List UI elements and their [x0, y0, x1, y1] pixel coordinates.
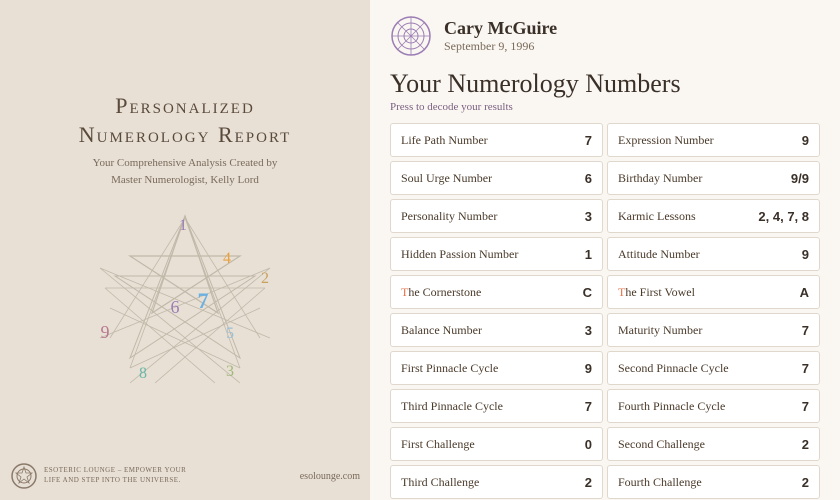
- number-card[interactable]: Karmic Lessons 2, 4, 7, 8: [607, 199, 820, 233]
- num-label: Fourth Pinnacle Cycle: [618, 399, 725, 414]
- svg-text:6: 6: [171, 297, 180, 317]
- num-value: 7: [585, 133, 592, 148]
- num-value: 9: [802, 247, 809, 262]
- num-value: 7: [802, 361, 809, 376]
- svg-text:9: 9: [101, 322, 110, 342]
- num-value: A: [800, 285, 809, 300]
- number-card[interactable]: Third Pinnacle Cycle 7: [390, 389, 603, 423]
- numbers-grid: Life Path Number 7 Expression Number 9 Soul …: [390, 123, 820, 499]
- num-value: 9: [802, 133, 809, 148]
- footer-url: esolounge.com: [300, 471, 360, 482]
- number-card[interactable]: Fourth Challenge 2: [607, 465, 820, 499]
- number-card[interactable]: Personality Number 3: [390, 199, 603, 233]
- num-value: 7: [585, 399, 592, 414]
- num-label: Second Challenge: [618, 437, 705, 452]
- right-panel: Cary McGuire September 9, 1996 Your Nume…: [370, 0, 840, 500]
- profile-name: Cary McGuire: [444, 18, 557, 39]
- num-label: Karmic Lessons: [618, 209, 696, 224]
- num-value: 9: [585, 361, 592, 376]
- number-card[interactable]: Hidden Passion Number 1: [390, 237, 603, 271]
- num-label: First Challenge: [401, 437, 475, 452]
- num-value: 9/9: [791, 171, 809, 186]
- number-card[interactable]: Attitude Number 9: [607, 237, 820, 271]
- num-label: Soul Urge Number: [401, 171, 492, 186]
- num-label: Second Pinnacle Cycle: [618, 361, 729, 376]
- num-value: 6: [585, 171, 592, 186]
- number-card[interactable]: Balance Number 3: [390, 313, 603, 347]
- svg-text:8: 8: [139, 365, 147, 382]
- num-label: Balance Number: [401, 323, 482, 338]
- num-label: Fourth Challenge: [618, 475, 702, 490]
- num-value: 7: [802, 323, 809, 338]
- num-value: 3: [585, 323, 592, 338]
- number-card[interactable]: Second Pinnacle Cycle 7: [607, 351, 820, 385]
- num-value: 2: [802, 437, 809, 452]
- profile-date: September 9, 1996: [444, 39, 557, 54]
- number-card[interactable]: Life Path Number 7: [390, 123, 603, 157]
- num-label: Maturity Number: [618, 323, 702, 338]
- svg-text:3: 3: [226, 363, 234, 380]
- profile-header: Cary McGuire September 9, 1996: [390, 15, 820, 57]
- number-card[interactable]: Maturity Number 7: [607, 313, 820, 347]
- num-value: 2, 4, 7, 8: [758, 209, 809, 224]
- number-card[interactable]: Second Challenge 2: [607, 427, 820, 461]
- num-value: 2: [802, 475, 809, 490]
- number-card[interactable]: Birthday Number 9/9: [607, 161, 820, 195]
- left-panel: Personalized Numerology Report Your Comp…: [0, 0, 370, 500]
- left-footer: ESOTERIC LOUNGE – EMPOWER YOUR LIFE AND …: [10, 462, 360, 490]
- section-title: Your Numerology Numbers: [390, 69, 820, 99]
- footer-logo-text: ESOTERIC LOUNGE – EMPOWER YOUR LIFE AND …: [44, 466, 186, 486]
- number-card[interactable]: The Cornerstone C: [390, 275, 603, 309]
- num-label: Life Path Number: [401, 133, 488, 148]
- svg-text:4: 4: [223, 250, 231, 267]
- num-label: Personality Number: [401, 209, 497, 224]
- number-card[interactable]: First Pinnacle Cycle 9: [390, 351, 603, 385]
- number-card[interactable]: Soul Urge Number 6: [390, 161, 603, 195]
- num-value: 0: [585, 437, 592, 452]
- num-label: Attitude Number: [618, 247, 700, 262]
- profile-icon: [390, 15, 432, 57]
- svg-text:7: 7: [198, 288, 209, 313]
- num-value: 2: [585, 475, 592, 490]
- footer-logo: ESOTERIC LOUNGE – EMPOWER YOUR LIFE AND …: [10, 462, 186, 490]
- num-value: C: [583, 285, 592, 300]
- report-title: Personalized Numerology Report: [79, 92, 292, 149]
- num-label: Birthday Number: [618, 171, 702, 186]
- number-card[interactable]: First Challenge 0: [390, 427, 603, 461]
- num-label: Expression Number: [618, 133, 714, 148]
- number-card[interactable]: Third Challenge 2: [390, 465, 603, 499]
- num-label: Third Pinnacle Cycle: [401, 399, 503, 414]
- num-label: The First Vowel: [618, 285, 695, 300]
- number-card[interactable]: Fourth Pinnacle Cycle 7: [607, 389, 820, 423]
- num-label: The Cornerstone: [401, 285, 481, 300]
- section-subtitle: Press to decode your results: [390, 101, 820, 113]
- num-label: First Pinnacle Cycle: [401, 361, 498, 376]
- num-label: Hidden Passion Number: [401, 247, 518, 262]
- report-subtitle: Your Comprehensive Analysis Created by M…: [93, 155, 278, 188]
- num-value: 1: [585, 247, 592, 262]
- svg-text:1: 1: [179, 217, 187, 234]
- number-card[interactable]: Expression Number 9: [607, 123, 820, 157]
- num-value: 3: [585, 209, 592, 224]
- number-card[interactable]: The First Vowel A: [607, 275, 820, 309]
- svg-text:2: 2: [261, 270, 269, 287]
- svg-text:5: 5: [226, 325, 234, 342]
- star-diagram: 1 2 3 4 5 6 7 8 9: [75, 208, 295, 408]
- num-value: 7: [802, 399, 809, 414]
- num-label: Third Challenge: [401, 475, 479, 490]
